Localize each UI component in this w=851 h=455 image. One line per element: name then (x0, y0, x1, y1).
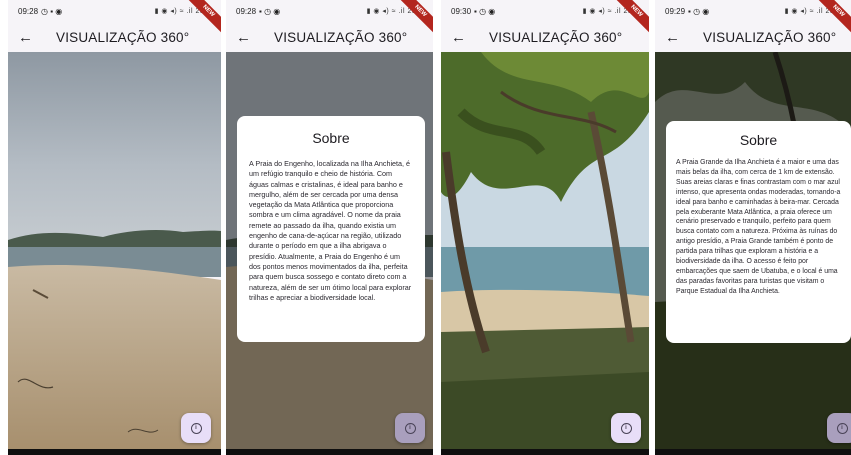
page-title: VISUALIZAÇÃO 360° (274, 29, 408, 45)
dialog-title: Sobre (739, 132, 778, 148)
arrow-back-icon[interactable]: ← (236, 29, 260, 46)
info-icon: i (620, 422, 632, 434)
info-icon: i (190, 422, 202, 434)
dialog-text: A Praia Grande da Ilha Anchieta é a maio… (676, 159, 841, 295)
system-nav-bar (8, 449, 221, 455)
info-button[interactable]: i (611, 413, 641, 443)
panorama-view[interactable]: i (8, 52, 221, 455)
notification-icons: ▪ ◷ ◉ (474, 6, 496, 16)
arrow-back-icon[interactable]: ← (18, 29, 42, 46)
status-time: 09:30 (451, 6, 472, 16)
system-nav-bar (441, 449, 649, 455)
panorama-view[interactable]: Sobre A Praia do Engenho, localizada na … (226, 52, 433, 455)
notification-icons: ▪ ◷ ◉ (259, 6, 281, 16)
info-button[interactable]: i (181, 413, 211, 443)
panorama-view[interactable]: Sobre A Praia Grande da Ilha Anchieta é … (655, 52, 851, 455)
arrow-back-icon[interactable]: ← (451, 29, 475, 46)
arrow-back-icon[interactable]: ← (665, 29, 689, 46)
phone-screen-1: 09:28 ◷ ▪ ◉ ▮ ◉ ◂) ≈ .il 28% NEW ← VISUAL… (8, 0, 221, 455)
about-dialog: Sobre A Praia do Engenho, localizada na … (237, 116, 425, 342)
about-dialog: Sobre A Praia Grande da Ilha Anchieta é … (666, 121, 851, 343)
status-bar: 09:30 ▪ ◷ ◉ ▮ ◉ ◂) ≈ .il 28% (441, 0, 649, 22)
phone-screen-4: 09:29 ▪ ◷ ◉ ▮ ◉ ◂) ≈ .il 28% NEW ← VISUAL… (655, 0, 851, 455)
status-bar: 09:28 ▪ ◷ ◉ ▮ ◉ ◂) ≈ .il 28% (226, 0, 433, 22)
dialog-title: Sobre (312, 130, 350, 146)
app-bar: ← VISUALIZAÇÃO 360° (441, 22, 649, 52)
beach-photo (8, 52, 221, 455)
info-icon: i (836, 422, 848, 434)
notification-icons: ◷ ▪ ◉ (41, 6, 63, 16)
notification-icons: ▪ ◷ ◉ (688, 6, 710, 16)
page-title: VISUALIZAÇÃO 360° (703, 29, 837, 45)
phone-screen-3: 09:30 ▪ ◷ ◉ ▮ ◉ ◂) ≈ .il 28% NEW ← VISUAL… (441, 0, 649, 455)
status-bar: 09:28 ◷ ▪ ◉ ▮ ◉ ◂) ≈ .il 28% (8, 0, 221, 22)
system-nav-bar (655, 449, 851, 455)
info-icon: i (404, 422, 416, 434)
phone-screen-2: 09:28 ▪ ◷ ◉ ▮ ◉ ◂) ≈ .il 28% NEW ← VISUAL… (226, 0, 433, 455)
app-bar: ← VISUALIZAÇÃO 360° (655, 22, 851, 52)
status-time: 09:29 (665, 6, 686, 16)
status-time: 09:28 (236, 6, 257, 16)
info-button[interactable]: i (827, 413, 851, 443)
status-time: 09:28 (18, 6, 39, 16)
info-button[interactable]: i (395, 413, 425, 443)
panorama-view[interactable]: i (441, 52, 649, 455)
page-title: VISUALIZAÇÃO 360° (489, 29, 623, 45)
system-nav-bar (226, 449, 433, 455)
dialog-text: A Praia do Engenho, localizada na Ilha A… (249, 159, 412, 302)
app-bar: ← VISUALIZAÇÃO 360° (8, 22, 221, 52)
app-bar: ← VISUALIZAÇÃO 360° (226, 22, 433, 52)
page-title: VISUALIZAÇÃO 360° (56, 29, 190, 45)
tree-photo (441, 52, 649, 455)
